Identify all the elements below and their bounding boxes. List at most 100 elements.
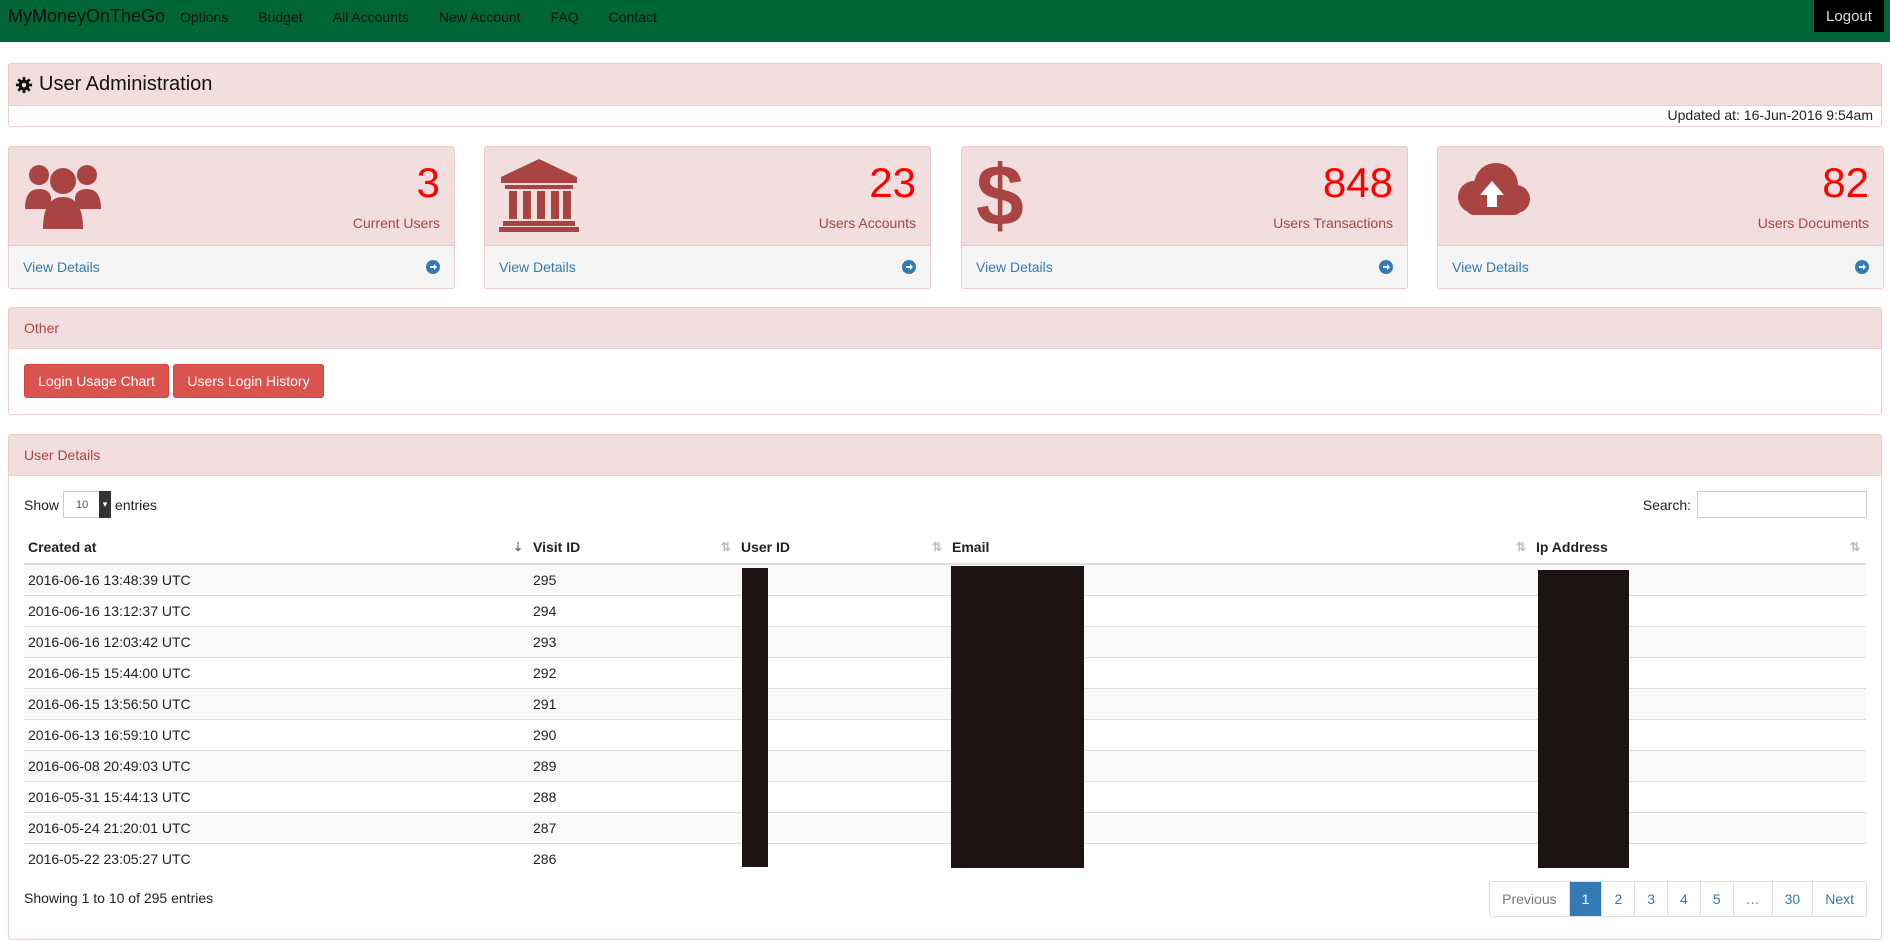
sort-icon[interactable]: ⇅	[721, 540, 731, 554]
search-input[interactable]	[1697, 491, 1867, 518]
sort-icon[interactable]: ⇅	[1850, 540, 1860, 554]
cell-created-at: 2016-05-22 23:05:27 UTC	[24, 843, 529, 874]
nav-item-budget[interactable]: Budget	[258, 9, 302, 25]
cell-created-at: 2016-06-16 13:12:37 UTC	[24, 595, 529, 627]
arrow-circle-right-icon[interactable]	[426, 260, 440, 274]
redacted-user-id	[742, 568, 768, 867]
pagination-ellipsis: …	[1732, 882, 1772, 916]
page-header: User Administration	[9, 64, 1881, 106]
stat-card-documents: 82 Users Documents View Details	[1437, 146, 1884, 289]
pagination-page-5[interactable]: 5	[1699, 882, 1733, 916]
page-length-control: Show 10 ▾ entries	[24, 491, 157, 518]
page-length-select[interactable]: 10 ▾	[63, 491, 112, 518]
cell-created-at: 2016-06-16 13:48:39 UTC	[24, 563, 529, 596]
sort-desc-icon[interactable]: ⇣	[513, 540, 523, 554]
svg-text:$: $	[976, 157, 1024, 233]
table-header-row: Created at ⇣ Visit ID ⇅ User ID ⇅ Email ⇅ Ip…	[24, 531, 1866, 565]
arrow-circle-right-icon[interactable]	[1855, 260, 1869, 274]
logout-button[interactable]: Logout	[1814, 0, 1884, 32]
search-label: Search:	[1642, 496, 1691, 513]
cell-visit-id: 295	[529, 563, 737, 596]
stat-card-footer[interactable]: View Details	[485, 245, 930, 288]
cell-created-at: 2016-06-13 16:59:10 UTC	[24, 719, 529, 751]
cell-user-id	[737, 688, 948, 720]
stat-value: 82	[1822, 159, 1869, 206]
chevron-down-icon[interactable]: ▾	[99, 491, 112, 518]
entries-label: entries	[115, 496, 158, 513]
view-details-link[interactable]: View Details	[23, 259, 100, 275]
stat-value: 3	[416, 159, 440, 206]
cell-created-at: 2016-06-15 13:56:50 UTC	[24, 688, 529, 720]
pagination-page-30[interactable]: 30	[1771, 882, 1813, 916]
cell-visit-id: 291	[529, 688, 737, 720]
nav-item-contact[interactable]: Contact	[609, 9, 657, 25]
column-ip-address[interactable]: Ip Address ⇅	[1532, 531, 1866, 565]
pagination-next[interactable]: Next	[1812, 882, 1866, 916]
cloud-upload-icon	[1458, 163, 1530, 215]
nav-item-faq[interactable]: FAQ	[551, 9, 579, 25]
column-visit-id[interactable]: Visit ID ⇅	[529, 531, 737, 565]
nav-item-new-account[interactable]: New Account	[439, 9, 521, 25]
pagination-previous[interactable]: Previous	[1490, 882, 1568, 916]
pagination-page-1[interactable]: 1	[1568, 882, 1602, 916]
users-login-history-button[interactable]: Users Login History	[173, 364, 324, 398]
cell-user-id	[737, 657, 948, 689]
cell-visit-id: 290	[529, 719, 737, 751]
login-usage-chart-button[interactable]: Login Usage Chart	[24, 364, 169, 398]
user-details-heading: User Details	[9, 435, 1881, 476]
cell-visit-id: 293	[529, 626, 737, 658]
arrow-circle-right-icon[interactable]	[1379, 260, 1393, 274]
arrow-circle-right-icon[interactable]	[902, 260, 916, 274]
stat-card-footer[interactable]: View Details	[1438, 245, 1883, 288]
column-email[interactable]: Email ⇅	[948, 531, 1532, 565]
sort-icon[interactable]: ⇅	[932, 540, 942, 554]
stat-card-transactions: $ 848 Users Transactions View Details	[961, 146, 1408, 289]
stat-value: 848	[1322, 159, 1393, 206]
search-control: Search:	[1643, 491, 1867, 518]
stat-card-accounts: 23 Users Accounts View Details	[484, 146, 931, 289]
stat-label: Users Transactions	[1273, 215, 1393, 231]
cell-user-id	[737, 843, 948, 874]
pagination-page-2[interactable]: 2	[1601, 882, 1634, 916]
stat-card-footer[interactable]: View Details	[962, 245, 1407, 288]
view-details-link[interactable]: View Details	[1452, 259, 1529, 275]
pagination-page-3[interactable]: 3	[1634, 882, 1667, 916]
nav-item-options[interactable]: Options	[180, 9, 228, 25]
page-length-value: 10	[76, 498, 89, 511]
cell-user-id	[737, 626, 948, 658]
view-details-link[interactable]: View Details	[976, 259, 1053, 275]
redacted-email	[951, 566, 1084, 868]
cell-user-id	[737, 563, 948, 596]
stat-card-users: 3 Current Users View Details	[8, 146, 455, 289]
column-created-at[interactable]: Created at ⇣	[24, 531, 529, 565]
cell-visit-id: 292	[529, 657, 737, 689]
pagination: Previous 1 2 3 4 5 … 30 Next	[1489, 881, 1867, 917]
page-title: User Administration	[39, 73, 213, 95]
brand-logo[interactable]: MyMoneyOnTheGo	[8, 6, 165, 27]
stat-label: Current Users	[352, 215, 440, 231]
redacted-ip-address	[1538, 570, 1629, 868]
sort-icon[interactable]: ⇅	[1516, 540, 1526, 554]
column-user-id[interactable]: User ID ⇅	[737, 531, 948, 565]
cell-visit-id: 289	[529, 750, 737, 782]
cell-created-at: 2016-05-24 21:20:01 UTC	[24, 812, 529, 844]
cell-visit-id: 287	[529, 812, 737, 844]
cell-visit-id: 288	[529, 781, 737, 813]
bank-icon	[499, 159, 579, 232]
stat-label: Users Accounts	[818, 215, 916, 231]
nav-item-all-accounts[interactable]: All Accounts	[333, 9, 409, 25]
stat-value: 23	[869, 159, 916, 206]
cell-created-at: 2016-06-16 12:03:42 UTC	[24, 626, 529, 658]
cell-created-at: 2016-06-15 15:44:00 UTC	[24, 657, 529, 689]
view-details-link[interactable]: View Details	[499, 259, 576, 275]
dollar-icon: $	[976, 157, 1024, 233]
gear-icon	[15, 76, 33, 93]
show-label: Show	[24, 496, 60, 513]
pagination-page-4[interactable]: 4	[1667, 882, 1700, 916]
users-icon	[25, 165, 101, 229]
cell-visit-id: 294	[529, 595, 737, 627]
nav-menu: Options Budget All Accounts New Account …	[180, 0, 687, 34]
stat-card-footer[interactable]: View Details	[9, 245, 454, 288]
stat-label: Users Documents	[1757, 215, 1869, 231]
cell-user-id	[737, 750, 948, 782]
